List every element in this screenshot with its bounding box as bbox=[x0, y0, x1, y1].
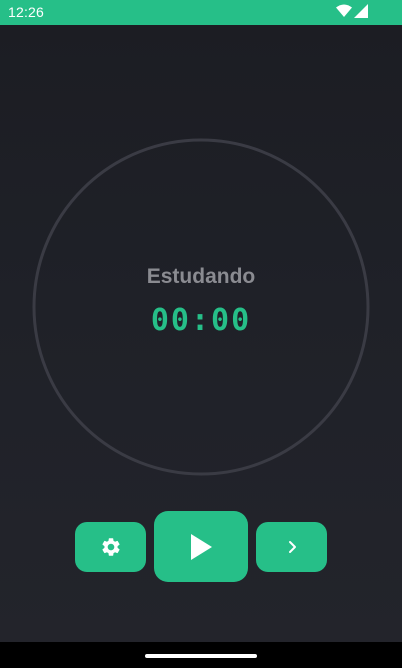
gear-icon bbox=[100, 536, 122, 558]
status-time: 12:26 bbox=[8, 4, 45, 20]
settings-button[interactable] bbox=[75, 522, 146, 572]
signal-icon bbox=[354, 4, 368, 18]
chevron-right-icon bbox=[287, 540, 297, 554]
navigation-bar bbox=[0, 642, 402, 668]
time-display: 00:00 bbox=[150, 303, 252, 338]
home-indicator[interactable] bbox=[145, 654, 257, 658]
status-bar: 12:26 bbox=[0, 0, 402, 25]
play-button[interactable] bbox=[154, 511, 248, 582]
next-button[interactable] bbox=[256, 522, 327, 572]
status-icons bbox=[336, 4, 368, 18]
play-icon bbox=[189, 533, 213, 561]
phase-label: Estudando bbox=[146, 265, 256, 288]
wifi-icon bbox=[336, 4, 352, 18]
